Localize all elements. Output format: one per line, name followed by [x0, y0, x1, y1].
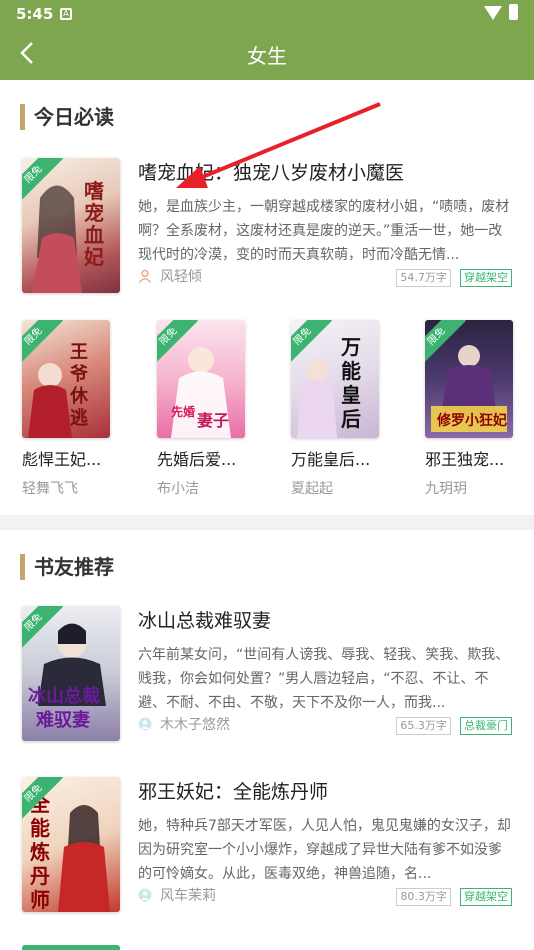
recommend-section: 书友推荐 冰山总裁 难驭妻 限免 冰山总裁难驭妻 六年前某女问，“世间有人谤我、… [0, 530, 534, 950]
status-time: 5:45 [16, 5, 54, 23]
section-title-recommend: 书友推荐 [20, 554, 114, 580]
book-author: 风轻倾 [160, 269, 202, 285]
svg-text:能: 能 [341, 359, 361, 383]
wifi-icon [484, 6, 502, 20]
grid-book-4[interactable]: 修罗小狂妃 限免 邪王独宠... 九玥玥 [425, 320, 517, 498]
svg-text:休: 休 [69, 385, 89, 407]
grid-book-author: 布小洁 [157, 481, 199, 497]
svg-text:炼: 炼 [30, 840, 50, 864]
book-cover[interactable]: 修罗小狂妃 限免 [425, 320, 513, 438]
recommend-book-1[interactable]: 冰山总裁 难驭妻 限免 冰山总裁难驭妻 六年前某女问，“世间有人谤我、辱我、轻我… [22, 606, 522, 746]
book-meta: 木木子悠然 65.3万字 总裁豪门 [138, 714, 512, 736]
grid-book-2[interactable]: 先婚 妻子 限免 先婚后爱... 布小洁 [157, 320, 249, 498]
featured-book[interactable]: 嗜 宠 血 妃 限免 嗜宠血妃：独宠八岁废材小魔医 她，是血族少主，一朝穿越成楼… [22, 158, 522, 298]
book-cover[interactable]: 嗜 宠 血 妃 限免 [22, 158, 120, 293]
svg-text:血: 血 [84, 223, 104, 247]
grid-book-author: 九玥玥 [425, 481, 467, 497]
grid-book-title: 先婚后爱... [157, 450, 237, 469]
svg-text:能: 能 [30, 816, 50, 840]
book-author: 风车茉莉 [160, 888, 216, 904]
book-info: 冰山总裁难驭妻 六年前某女问，“世间有人谤我、辱我、轻我、笑我、欺我、贱我，你会… [138, 606, 512, 735]
grid-book-author: 夏起起 [291, 481, 333, 497]
grid-book-1[interactable]: 王 爷 休 逃 限免 彪悍王妃... 轻舞飞飞 [22, 320, 114, 498]
grid-book-author: 轻舞飞飞 [22, 481, 78, 497]
notification-a-icon: A [60, 8, 72, 20]
svg-text:师: 师 [30, 888, 50, 912]
book-description: 她，特种兵7部天才军医，人见人怕，鬼见鬼嫌的女汉子，却因为研究室一个小小爆炸，穿… [138, 818, 511, 882]
word-count-tag: 65.3万字 [396, 717, 451, 735]
svg-text:妻子: 妻子 [197, 411, 229, 430]
category-tag: 穿越架空 [460, 269, 512, 287]
svg-text:修罗小狂妃: 修罗小狂妃 [436, 412, 507, 429]
book-info: 邪王妖妃：全能炼丹师 她，特种兵7部天才军医，人见人怕，鬼见鬼嫌的女汉子，却因为… [138, 777, 512, 906]
grid-book-3[interactable]: 万 能 皇 后 限免 万能皇后... 夏起起 [291, 320, 383, 498]
book-meta: 风车茉莉 80.3万字 穿越架空 [138, 885, 512, 907]
svg-text:皇: 皇 [341, 383, 361, 407]
book-title[interactable]: 邪王妖妃：全能炼丹师 [138, 777, 512, 804]
book-info: 嗜宠血妃：独宠八岁废材小魔医 她，是血族少主，一朝穿越成楼家的废材小姐，“啧啧，… [138, 158, 512, 287]
svg-text:嗜: 嗜 [84, 179, 104, 203]
word-count-tag: 54.7万字 [396, 269, 451, 287]
book-cover[interactable]: 全 能 炼 丹 师 限免 [22, 777, 120, 912]
section-title-today: 今日必读 [20, 104, 114, 130]
book-cover[interactable]: 万 能 皇 后 限免 [291, 320, 379, 438]
svg-text:难驭妻: 难驭妻 [35, 709, 90, 731]
author-icon [138, 717, 152, 731]
book-cover[interactable]: 冰山总裁 难驭妻 限免 [22, 606, 120, 741]
svg-text:逃: 逃 [70, 407, 88, 429]
svg-text:冰山总裁: 冰山总裁 [28, 685, 100, 707]
category-tag: 总裁豪门 [460, 717, 512, 735]
book-tags: 65.3万字 总裁豪门 [392, 714, 512, 735]
grid-book-title: 彪悍王妃... [22, 450, 102, 469]
svg-text:爷: 爷 [70, 363, 89, 385]
book-tags: 54.7万字 穿越架空 [392, 266, 512, 287]
book-tags: 80.3万字 穿越架空 [392, 885, 512, 906]
book-author: 木木子悠然 [160, 717, 230, 733]
author-icon [138, 269, 152, 283]
author-icon [138, 888, 152, 902]
category-tag: 穿越架空 [460, 888, 512, 906]
battery-icon [509, 4, 518, 20]
book-description: 六年前某女问，“世间有人谤我、辱我、轻我、笑我、欺我、贱我，你会如何处置？”男人… [138, 647, 510, 711]
svg-text:丹: 丹 [30, 864, 50, 888]
next-book-cover-partial[interactable] [22, 945, 120, 950]
book-title[interactable]: 嗜宠血妃：独宠八岁废材小魔医 [138, 158, 512, 185]
top-bar: 5:45 A 女生 [0, 0, 534, 80]
book-cover[interactable]: 王 爷 休 逃 限免 [22, 320, 110, 438]
book-cover[interactable]: 先婚 妻子 限免 [157, 320, 245, 438]
svg-text:王: 王 [70, 342, 88, 363]
today-section: 今日必读 嗜 宠 血 妃 限免 嗜宠血妃：独宠八岁废材小魔医 她，是血族少主，一… [0, 80, 534, 515]
grid-book-title: 邪王独宠... [425, 450, 505, 469]
svg-text:万: 万 [340, 335, 361, 359]
svg-text:先婚: 先婚 [171, 404, 195, 419]
status-bar: 5:45 A [0, 0, 534, 30]
svg-text:妃: 妃 [84, 245, 104, 269]
recommend-book-2[interactable]: 全 能 炼 丹 师 限免 邪王妖妃：全能炼丹师 她，特种兵7部天才军医，人见人怕… [22, 777, 522, 917]
word-count-tag: 80.3万字 [396, 888, 451, 906]
book-meta: 风轻倾 54.7万字 穿越架空 [138, 266, 512, 288]
book-description: 她，是血族少主，一朝穿越成楼家的废材小姐，“啧啧，废材啊？全系废材，这废材还真是… [138, 199, 510, 263]
app-screen: 5:45 A 女生 今日必读 嗜 宠 血 妃 限免 嗜宠血妃：独宠八岁废材小魔医… [0, 0, 534, 950]
page-title: 女生 [247, 44, 287, 68]
book-title[interactable]: 冰山总裁难驭妻 [138, 606, 512, 633]
grid-book-title: 万能皇后... [291, 450, 371, 469]
svg-text:后: 后 [341, 407, 361, 431]
svg-text:宠: 宠 [84, 201, 104, 225]
